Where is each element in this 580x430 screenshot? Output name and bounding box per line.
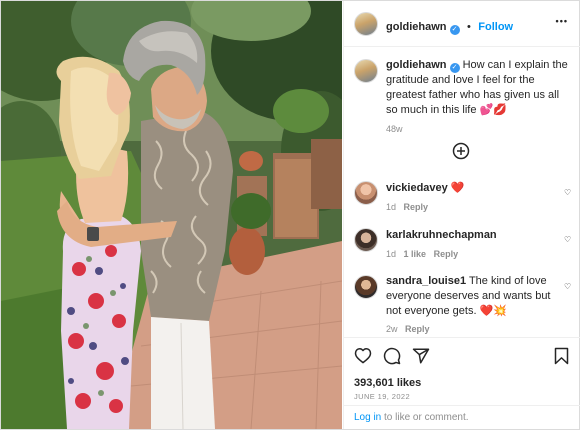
comment-button[interactable] bbox=[383, 347, 401, 370]
like-button[interactable] bbox=[354, 347, 372, 369]
comment-avatar[interactable] bbox=[354, 181, 378, 205]
author-avatar[interactable] bbox=[354, 12, 378, 36]
verified-badge-icon: ✓ bbox=[449, 63, 460, 73]
comment-like-heart-icon[interactable]: ♡ bbox=[564, 282, 571, 291]
post-header: goldiehawn ✓ • Follow ••• bbox=[344, 1, 580, 47]
follow-button[interactable]: Follow bbox=[478, 21, 513, 33]
likes-count[interactable]: 393,601 likes bbox=[354, 377, 421, 389]
reply-button[interactable]: Reply bbox=[404, 202, 429, 212]
caption-text-block: goldiehawn ✓ How can I explain the gratit… bbox=[386, 58, 572, 118]
caption-author-avatar[interactable] bbox=[354, 59, 378, 83]
author-info: goldiehawn ✓ • Follow bbox=[386, 17, 513, 35]
comment-item: sandra_louise1 The kind of love everyone… bbox=[386, 274, 562, 334]
comment-text: ❤️ bbox=[450, 182, 465, 194]
reply-button[interactable]: Reply bbox=[434, 249, 459, 259]
verified-badge-icon: ✓ bbox=[449, 25, 460, 35]
login-prompt-text: to like or comment. bbox=[381, 412, 469, 423]
login-bar: Log in to like or comment. bbox=[344, 405, 580, 430]
caption: goldiehawn ✓ How can I explain the gratit… bbox=[386, 58, 572, 134]
bookmark-icon bbox=[554, 347, 569, 365]
comment-age[interactable]: 2w bbox=[386, 324, 398, 334]
load-more-comments-button[interactable] bbox=[452, 142, 470, 160]
share-icon bbox=[412, 348, 430, 364]
reply-button[interactable]: Reply bbox=[405, 324, 430, 334]
action-bar bbox=[344, 337, 580, 374]
caption-username[interactable]: goldiehawn bbox=[386, 59, 447, 71]
post-photo[interactable] bbox=[1, 1, 342, 429]
login-link[interactable]: Log in bbox=[354, 412, 381, 423]
couple-photo-illustration bbox=[1, 1, 342, 429]
comment-item: vickiedavey ❤️ 1d Reply bbox=[386, 181, 556, 212]
comment-item: karlakruhnechapman 1d 1 like Reply bbox=[386, 228, 556, 259]
comment-icon bbox=[383, 347, 401, 365]
save-button[interactable] bbox=[554, 347, 569, 370]
comment-like-heart-icon[interactable]: ♡ bbox=[564, 188, 571, 197]
author-username[interactable]: goldiehawn bbox=[386, 21, 447, 33]
comment-likes-count[interactable]: 1 like bbox=[404, 249, 427, 259]
comment-username[interactable]: karlakruhnechapman bbox=[386, 229, 497, 241]
plus-circle-icon bbox=[452, 142, 470, 160]
comment-username[interactable]: sandra_louise1 bbox=[386, 275, 466, 287]
share-button[interactable] bbox=[412, 347, 430, 370]
post-date[interactable]: JUNE 19, 2022 bbox=[354, 392, 410, 401]
heart-icon bbox=[354, 348, 372, 364]
comment-avatar[interactable] bbox=[354, 275, 378, 299]
post-side-panel: goldiehawn ✓ • Follow ••• goldiehawn ✓ How… bbox=[343, 1, 580, 429]
comment-age[interactable]: 1d bbox=[386, 202, 396, 212]
comment-like-heart-icon[interactable]: ♡ bbox=[564, 235, 571, 244]
instagram-post-embed: goldiehawn ✓ • Follow ••• goldiehawn ✓ How… bbox=[0, 0, 580, 430]
caption-age[interactable]: 48w bbox=[386, 124, 572, 134]
comment-username[interactable]: vickiedavey bbox=[386, 182, 448, 194]
more-options-icon[interactable]: ••• bbox=[556, 16, 568, 26]
comment-avatar[interactable] bbox=[354, 228, 378, 252]
dot-separator: • bbox=[466, 21, 471, 33]
comment-age[interactable]: 1d bbox=[386, 249, 396, 259]
